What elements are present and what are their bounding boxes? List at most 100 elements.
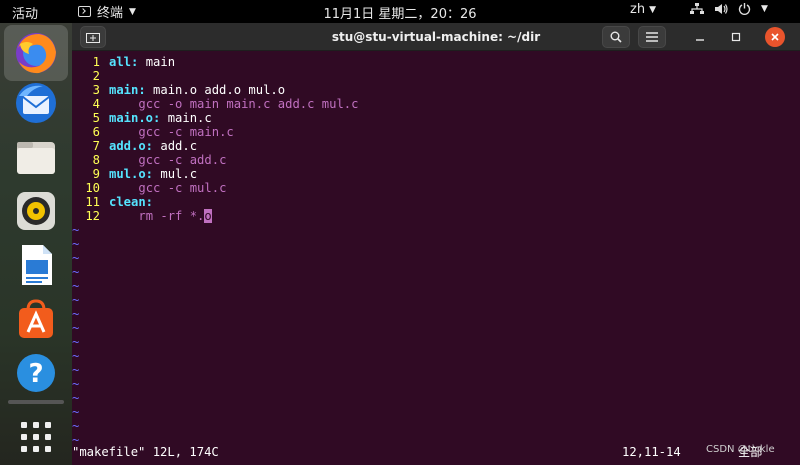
watermark: CSDN @tickle — [706, 444, 775, 455]
show-apps-icon — [21, 422, 51, 452]
empty-line-marker: ~ — [72, 335, 80, 349]
input-method-menu[interactable]: zh ▼ — [630, 2, 656, 17]
empty-line-marker: ~ — [72, 265, 80, 279]
code-text: gcc -c add.c — [109, 153, 226, 167]
dock-files[interactable] — [12, 133, 60, 181]
dock-app-center[interactable] — [12, 295, 60, 343]
make-target: main.o: — [109, 111, 161, 125]
chevron-down-icon: ▼ — [761, 3, 768, 14]
make-dependencies: main.c — [160, 111, 212, 125]
close-button[interactable] — [765, 27, 785, 47]
dock-thunderbird[interactable] — [12, 79, 60, 127]
code-text: rm -rf *.o — [109, 209, 212, 223]
code-text: main.o: main.c — [109, 111, 212, 125]
line-number: 12 — [85, 209, 100, 223]
minimize-button[interactable] — [690, 26, 710, 48]
code-text: gcc -c main.c — [109, 125, 234, 139]
empty-line-marker: ~ — [72, 391, 80, 405]
make-dependencies: mul.c — [153, 167, 198, 181]
make-target: add.o: — [109, 139, 154, 153]
search-icon — [610, 31, 622, 43]
terminal-window: stu@stu-virtual-machine: ~/dir 1 all: ma… — [72, 23, 800, 465]
maximize-button[interactable] — [726, 26, 746, 48]
make-dependencies: main.o add.o mul.o — [145, 83, 286, 97]
code-text: all: main — [109, 55, 175, 69]
code-line: 3 main: main.o add.o mul.o — [72, 83, 285, 97]
make-dependencies: add.c — [153, 139, 198, 153]
line-number: 6 — [92, 125, 100, 139]
dock-rhythmbox[interactable] — [12, 187, 60, 235]
app-menu[interactable]: 终端 ▼ — [78, 2, 136, 21]
make-dependencies: main — [138, 55, 176, 69]
empty-line-marker: ~ — [72, 419, 80, 433]
code-line: 2 — [72, 69, 109, 83]
line-number: 9 — [92, 167, 100, 181]
dock-firefox[interactable] — [4, 25, 68, 81]
dock: ? — [0, 23, 72, 465]
close-icon — [771, 33, 779, 41]
empty-line-marker: ~ — [72, 321, 80, 335]
empty-line-marker: ~ — [72, 251, 80, 265]
empty-line-marker: ~ — [72, 377, 80, 391]
system-menu[interactable]: ▼ — [690, 2, 768, 15]
status-cursor-position: 12,11-14 — [622, 445, 681, 459]
power-icon — [738, 3, 751, 15]
dock-separator — [8, 400, 64, 404]
empty-line-marker: ~ — [72, 405, 80, 419]
input-method-label: zh — [630, 2, 646, 17]
make-recipe: gcc -c main.c — [138, 125, 234, 139]
code-text: main: main.o add.o mul.o — [109, 83, 285, 97]
make-recipe: gcc -c add.c — [138, 153, 227, 167]
line-number: 10 — [85, 181, 100, 195]
show-apps-button[interactable] — [12, 413, 60, 461]
dock-writer[interactable] — [12, 241, 60, 289]
app-center-icon — [19, 299, 53, 338]
make-recipe: gcc -c mul.c — [138, 181, 227, 195]
dock-help[interactable]: ? — [12, 349, 60, 397]
volume-icon — [715, 3, 728, 14]
help-icon: ? — [17, 354, 55, 392]
code-text: add.o: add.c — [109, 139, 197, 153]
libreoffice-writer-icon — [22, 245, 52, 285]
line-number: 5 — [92, 111, 100, 125]
terminal-icon — [78, 6, 91, 17]
code-line: 7 add.o: add.c — [72, 139, 197, 153]
code-line: 4 gcc -o main main.c add.c mul.c — [72, 97, 359, 111]
make-target: mul.o: — [109, 167, 154, 181]
text-cursor: o — [204, 209, 212, 223]
code-line: 6 gcc -c main.c — [72, 125, 234, 139]
empty-line-marker: ~ — [72, 363, 80, 377]
maximize-icon — [731, 32, 741, 42]
code-line: 10 gcc -c mul.c — [72, 181, 226, 195]
line-number: 1 — [92, 55, 100, 69]
code-text: gcc -o main main.c add.c mul.c — [109, 97, 358, 111]
line-number: 3 — [92, 83, 100, 97]
line-number: 8 — [92, 153, 100, 167]
thunderbird-icon — [16, 83, 56, 123]
code-text: clean: — [109, 195, 153, 209]
make-target: clean: — [109, 195, 154, 209]
firefox-icon — [16, 33, 56, 74]
line-number: 7 — [92, 139, 100, 153]
menu-button[interactable] — [638, 26, 666, 48]
app-menu-label: 终端 — [97, 6, 124, 21]
empty-line-marker: ~ — [72, 349, 80, 363]
code-text: mul.o: mul.c — [109, 167, 197, 181]
empty-line-marker: ~ — [72, 307, 80, 321]
top-bar: 活动 终端 ▼ 11月1日 星期二，20：26 zh ▼ ▼ — [0, 0, 800, 23]
terminal-content[interactable]: 1 all: main 2 3 main: main.o add.o mul.o 4 gc… — [72, 51, 800, 465]
make-recipe: rm -rf *. — [138, 209, 205, 223]
make-target: all: — [109, 55, 139, 69]
line-number: 4 — [92, 97, 100, 111]
hamburger-menu-icon — [646, 32, 658, 42]
line-number: 2 — [92, 69, 100, 83]
title-bar[interactable]: stu@stu-virtual-machine: ~/dir — [72, 23, 800, 51]
make-target: main: — [109, 83, 146, 97]
empty-line-marker: ~ — [72, 223, 80, 237]
code-line: 12 rm -rf *.o — [72, 209, 212, 223]
search-button[interactable] — [602, 26, 630, 48]
code-line: 1 all: main — [72, 55, 175, 69]
code-line: 5 main.o: main.c — [72, 111, 212, 125]
code-line: 11 clean: — [72, 195, 153, 209]
activities-button[interactable]: 活动 — [12, 3, 38, 22]
